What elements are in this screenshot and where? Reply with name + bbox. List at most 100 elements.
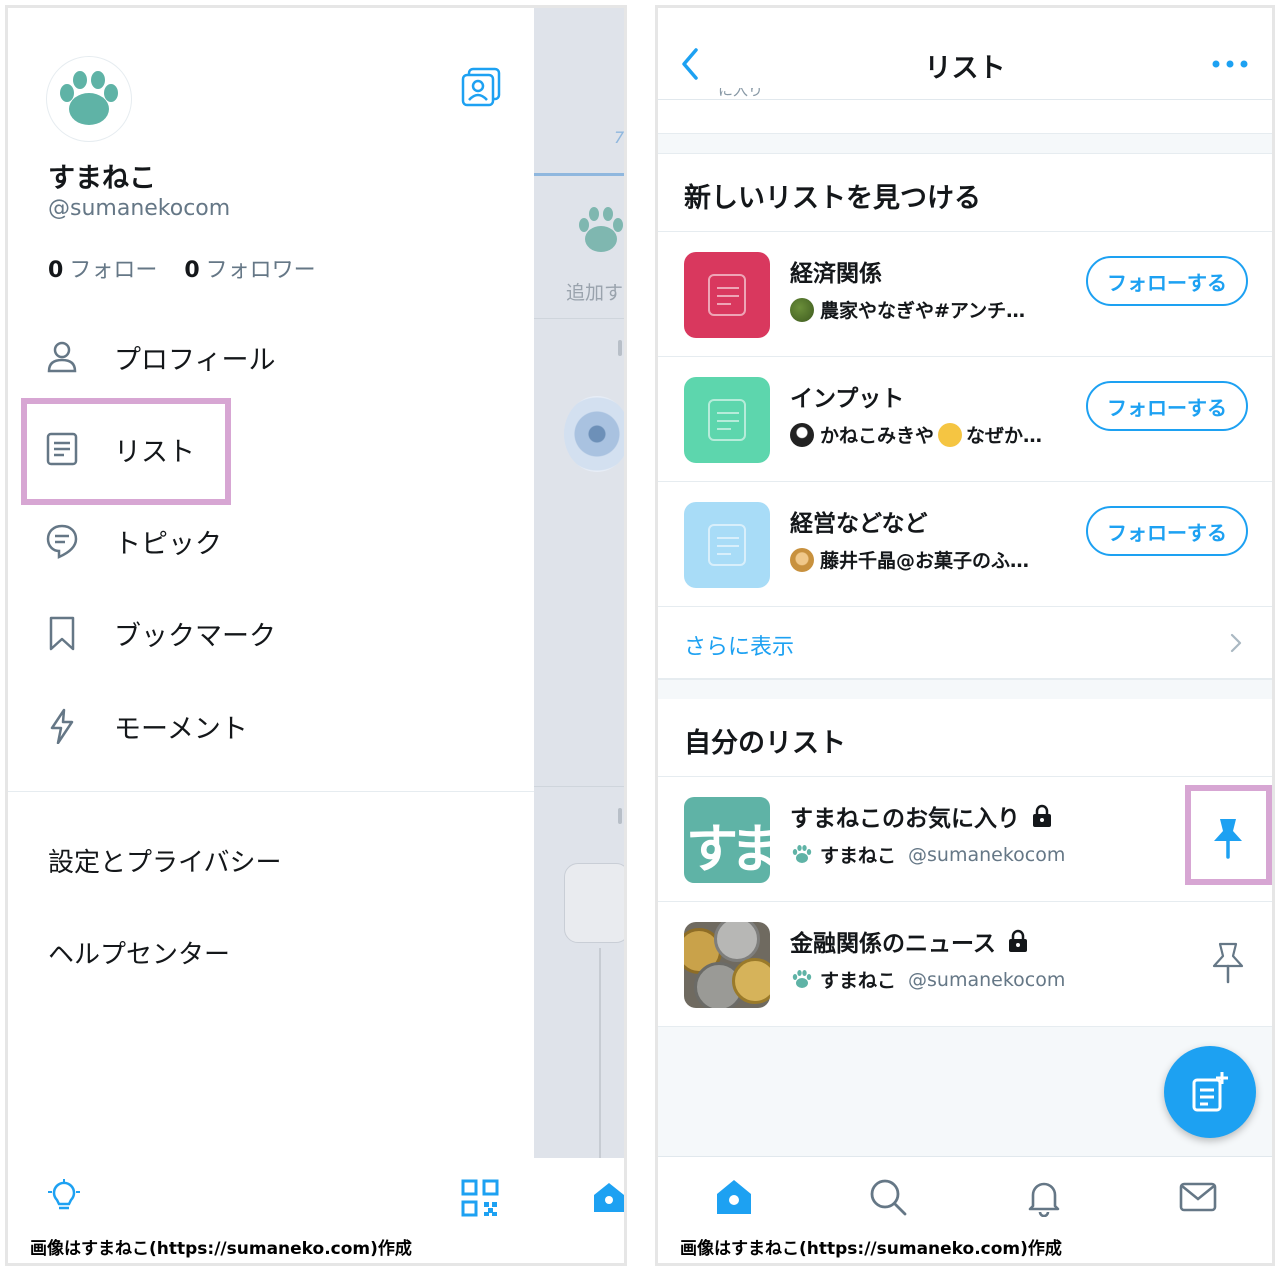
tweet-avatar-flower (564, 396, 624, 472)
list-name: 経営などなど (790, 511, 928, 537)
account-switch-icon[interactable] (460, 66, 502, 108)
paw-icon (579, 207, 623, 252)
drawer-screenshot: すまねこ @sumanekocom 0 フォロー 0 フォロワー プロフィール リス… (5, 5, 627, 1266)
follow-button[interactable]: フォローする (1086, 256, 1248, 306)
bookmark-icon (49, 616, 75, 651)
pin-highlight-box (1185, 785, 1272, 885)
paw-icon (60, 71, 118, 125)
thumbnail-text: すま (686, 820, 770, 880)
topic-icon (46, 524, 78, 559)
timeline-add-text: 追加す (566, 282, 624, 304)
list-owner: すまねこ @sumanekocom (790, 841, 1065, 868)
tweet-avatar-character (564, 863, 624, 943)
menu-item-label: プロフィール (114, 344, 276, 376)
timeline-overlay[interactable]: 7 追加す (534, 8, 624, 1263)
list-thumbnail (684, 922, 770, 1008)
scrolled-text: に入り (718, 88, 764, 99)
menu-divider (8, 791, 534, 792)
lists-screenshot: リスト に入り 新しいリストを見つける 経済関係 農家やなぎや#アンチ… フォロ… (655, 5, 1275, 1266)
profile-avatar[interactable] (46, 56, 132, 142)
thread-line (599, 948, 601, 1158)
followers-count: 0 (184, 258, 200, 283)
home-icon[interactable] (714, 1177, 754, 1217)
create-list-button[interactable] (1164, 1046, 1256, 1138)
menu-item-label: トピック (114, 528, 222, 560)
help-center-link[interactable]: ヘルプセンター (48, 934, 230, 971)
more-icon[interactable] (1210, 54, 1250, 74)
discover-list-row[interactable]: 経営などなど 藤井千晶@お菓子のふ… フォローする (658, 482, 1272, 607)
coin-image (732, 958, 770, 1004)
owner-handle: @sumanekocom (908, 843, 1066, 866)
list-owner: かねこみきや なぜか… (790, 421, 1042, 448)
list-doc-icon (708, 274, 746, 316)
pin-outline-icon[interactable] (1206, 940, 1250, 988)
menu-item-profile[interactable]: プロフィール (44, 329, 275, 385)
page-title: リスト (924, 53, 1006, 84)
my-list-row[interactable]: すま すまねこのお気に入り すまねこ @sumanekocom (658, 777, 1272, 902)
owner-name: かねこみきや (820, 425, 935, 447)
menu-item-topics[interactable]: トピック (44, 513, 222, 569)
follow-button[interactable]: フォローする (1086, 381, 1248, 431)
my-lists-header: 自分のリスト (658, 699, 1272, 777)
owner-handle: @sumanekocom (908, 968, 1066, 991)
chevron-right-icon (1230, 633, 1242, 653)
notification-bell-icon[interactable] (1024, 1177, 1064, 1217)
owner-avatar (790, 547, 814, 572)
lightbulb-icon[interactable] (44, 1178, 84, 1218)
list-owner: 藤井千晶@お菓子のふ… (790, 546, 1029, 573)
list-name: 経済関係 (790, 261, 882, 287)
display-name: すまねこ (48, 163, 156, 194)
person-icon (47, 341, 77, 373)
owner-name: 農家やなぎや#アンチ… (820, 300, 1026, 322)
owner-name: すまねこ (820, 845, 897, 867)
discover-list-row[interactable]: インプット かねこみきや なぜか… フォローする (658, 357, 1272, 482)
discover-title: 新しいリストを見つける (684, 183, 981, 214)
menu-item-label: ブックマーク (114, 620, 276, 652)
coin-image (714, 922, 760, 962)
active-tab-indicator (534, 173, 624, 176)
list-owner: 農家やなぎや#アンチ… (790, 296, 1025, 323)
image-credit: 画像はすまねこ(https://sumaneko.com)作成 (30, 1239, 412, 1259)
settings-privacy-link[interactable]: 設定とプライバシー (48, 842, 281, 879)
list-doc-icon (708, 524, 746, 566)
list-highlight-box (21, 398, 231, 505)
following-label: フォロー (69, 258, 158, 283)
list-name-row: すまねこのお気に入り (790, 799, 1054, 833)
owner-name: すまねこ (820, 970, 897, 992)
search-icon[interactable] (868, 1177, 908, 1217)
follow-button[interactable]: フォローする (1086, 506, 1248, 556)
list-name: インプット (790, 386, 905, 412)
more-dots (618, 340, 622, 356)
tab-letter: 7 (614, 128, 624, 147)
my-list-row[interactable]: 金融関係のニュース すまねこ @sumanekocom (658, 902, 1272, 1027)
home-icon[interactable] (592, 1180, 624, 1214)
show-more-label: さらに表示 (684, 635, 795, 660)
owner-avatar (790, 422, 814, 447)
mail-icon[interactable] (1178, 1177, 1218, 1217)
followers-label: フォロワー (205, 258, 316, 283)
scrolled-row (658, 100, 1272, 133)
paw-icon (792, 969, 812, 988)
nav-bar: リスト に入り (658, 8, 1272, 100)
qr-code-icon[interactable] (460, 1178, 500, 1218)
section-gap (658, 133, 1272, 154)
list-doc-icon (708, 399, 746, 441)
list-name: すまねこのお気に入り (790, 806, 1020, 832)
more-dots (618, 808, 622, 824)
discover-header: 新しいリストを見つける (658, 154, 1272, 232)
following-count: 0 (48, 258, 64, 283)
list-thumbnail (684, 252, 770, 338)
menu-item-bookmarks[interactable]: ブックマーク (44, 605, 276, 661)
menu-item-label: モーメント (114, 713, 248, 745)
discover-list-row[interactable]: 経済関係 農家やなぎや#アンチ… フォローする (658, 232, 1272, 357)
following-stat[interactable]: 0 フォロー (48, 258, 157, 283)
list-thumbnail (684, 502, 770, 588)
followers-stat[interactable]: 0 フォロワー (184, 258, 315, 283)
list-thumbnail: すま (684, 797, 770, 883)
lightning-icon (50, 708, 74, 744)
user-handle: @sumanekocom (48, 196, 231, 221)
lock-icon (1008, 929, 1027, 952)
menu-item-moments[interactable]: モーメント (44, 698, 248, 754)
section-gap (658, 679, 1272, 700)
show-more-link[interactable]: さらに表示 (658, 607, 1272, 679)
